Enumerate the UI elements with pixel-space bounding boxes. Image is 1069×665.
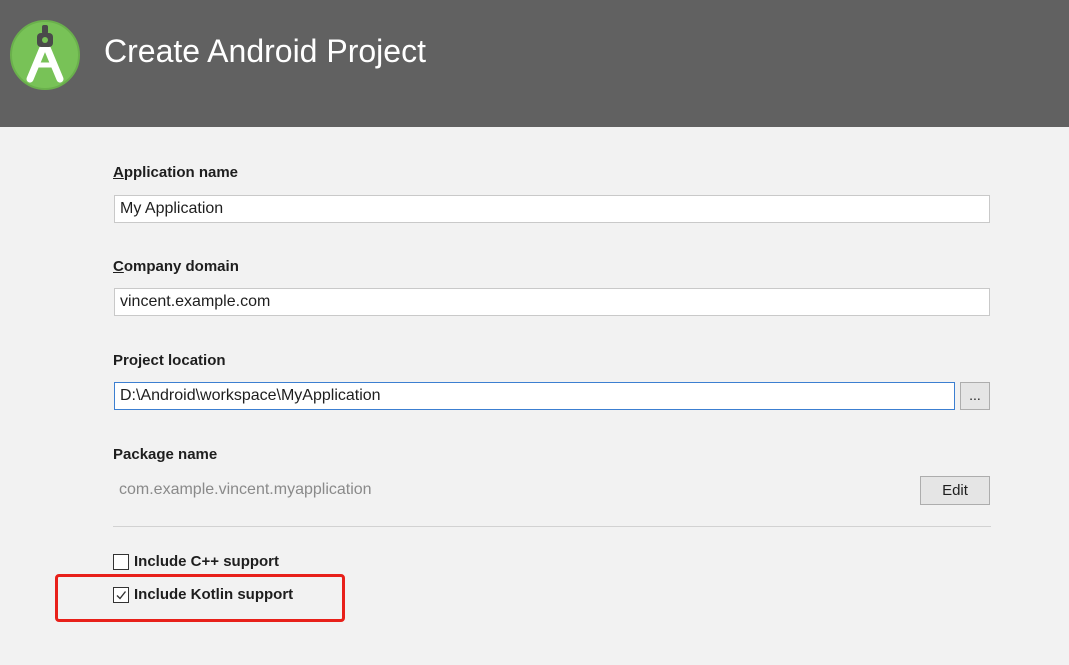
- divider: [113, 526, 991, 527]
- application-name-label: Application name: [113, 164, 239, 181]
- package-name-value: com.example.vincent.myapplication: [119, 481, 372, 498]
- header-bar: Create Android Project: [0, 0, 1069, 127]
- company-domain-input[interactable]: [114, 288, 990, 316]
- page-title: Create Android Project: [104, 33, 426, 69]
- cpp-support-label[interactable]: Include C++ support: [134, 553, 279, 570]
- application-name-input[interactable]: [114, 195, 990, 223]
- project-location-input[interactable]: [114, 382, 955, 410]
- project-location-label: Project location: [113, 352, 226, 369]
- company-domain-label: Company domain: [113, 258, 239, 275]
- package-name-label: Package name: [113, 446, 218, 463]
- cpp-support-checkbox[interactable]: [113, 554, 129, 570]
- browse-button[interactable]: ...: [960, 382, 990, 410]
- android-studio-logo-icon: [10, 20, 80, 90]
- highlight-annotation-box: [55, 574, 345, 622]
- edit-package-button[interactable]: Edit: [920, 476, 990, 505]
